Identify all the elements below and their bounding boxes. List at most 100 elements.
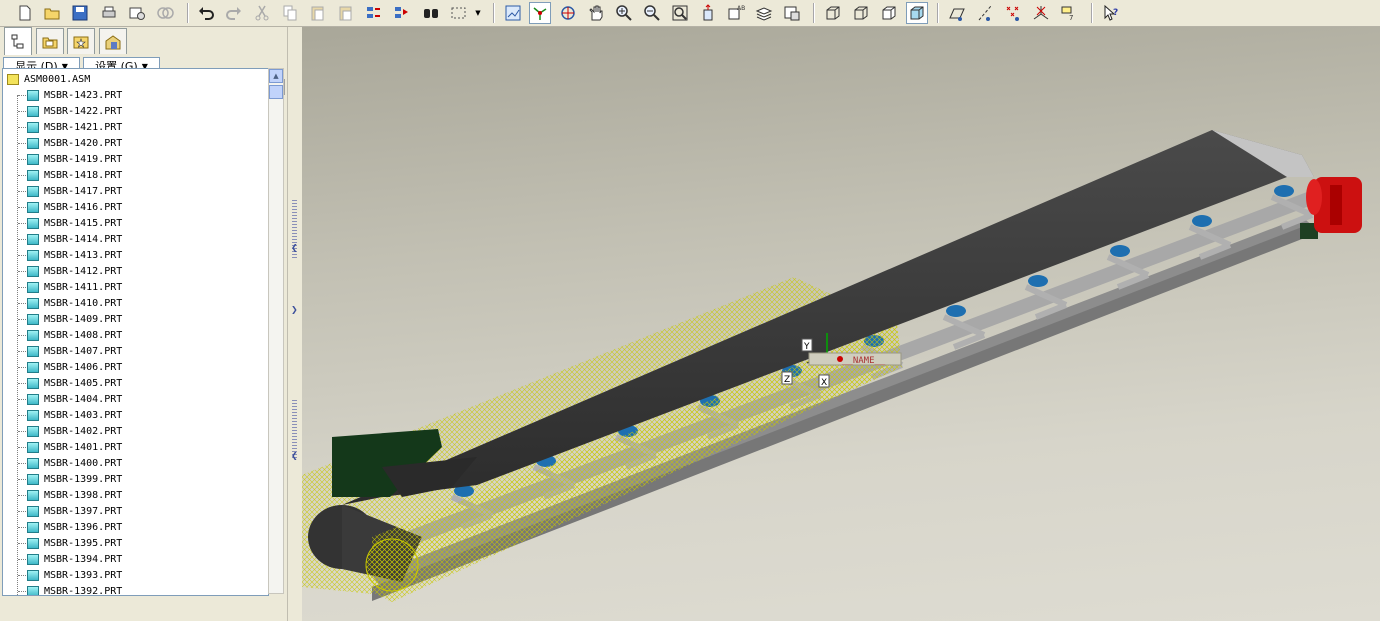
coordinate-systems-icon[interactable] xyxy=(1030,2,1052,24)
expand-right-icon[interactable]: ❯ xyxy=(291,305,298,314)
repaint-icon[interactable] xyxy=(502,2,524,24)
hidden-line-icon[interactable] xyxy=(850,2,872,24)
pan-hand-icon[interactable] xyxy=(585,2,607,24)
conveyor-belt xyxy=(342,130,1314,505)
tree-item[interactable]: MSBR-1410.PRT xyxy=(27,295,122,311)
tree-item[interactable]: MSBR-1416.PRT xyxy=(27,199,122,215)
saved-views-icon[interactable]: AB xyxy=(725,2,747,24)
zoom-out-icon[interactable] xyxy=(641,2,663,24)
tree-item-label: MSBR-1407.PRT xyxy=(44,345,123,357)
tree-item[interactable]: MSBR-1415.PRT xyxy=(27,215,122,231)
tree-item[interactable]: MSBR-1418.PRT xyxy=(27,167,122,183)
spin-center-icon[interactable] xyxy=(529,2,551,24)
collapse-left-icon[interactable]: ❮ xyxy=(291,451,298,460)
idler-roller xyxy=(1110,245,1130,257)
tree-item[interactable]: MSBR-1420.PRT xyxy=(27,135,122,151)
tree-item[interactable]: MSBR-1395.PRT xyxy=(27,535,122,551)
model-tree-tab[interactable] xyxy=(4,27,32,55)
view-manager-icon[interactable] xyxy=(781,2,803,24)
tree-root-item[interactable]: ASM0001.ASM xyxy=(7,71,90,87)
tree-item[interactable]: MSBR-1413.PRT xyxy=(27,247,122,263)
annotation-display-icon[interactable]: 7 xyxy=(1058,2,1080,24)
redo-icon[interactable] xyxy=(223,2,245,24)
tree-item[interactable]: MSBR-1412.PRT xyxy=(27,263,122,279)
tree-item[interactable]: MSBR-1397.PRT xyxy=(27,503,122,519)
collapse-left-icon[interactable]: ❮ xyxy=(291,243,298,252)
connections-tab[interactable] xyxy=(99,28,127,54)
send-link-icon[interactable] xyxy=(154,2,176,24)
assembly-icon xyxy=(7,73,19,85)
part-icon xyxy=(27,537,39,549)
tree-item[interactable]: MSBR-1401.PRT xyxy=(27,439,122,455)
tree-guide-line xyxy=(18,207,26,208)
no-hidden-icon[interactable] xyxy=(878,2,900,24)
tree-item[interactable]: MSBR-1404.PRT xyxy=(27,391,122,407)
part-icon xyxy=(27,169,39,181)
save-icon[interactable] xyxy=(69,2,91,24)
tree-item[interactable]: MSBR-1421.PRT xyxy=(27,119,122,135)
folder-browser-tab[interactable] xyxy=(36,28,64,54)
tree-item[interactable]: MSBR-1417.PRT xyxy=(27,183,122,199)
tree-item[interactable]: MSBR-1405.PRT xyxy=(27,375,122,391)
tree-item[interactable]: MSBR-1411.PRT xyxy=(27,279,122,295)
zoom-in-icon[interactable] xyxy=(613,2,635,24)
undo-icon[interactable] xyxy=(195,2,217,24)
datum-planes-icon[interactable] xyxy=(946,2,968,24)
tree-item[interactable]: MSBR-1407.PRT xyxy=(27,343,122,359)
favorites-tab[interactable] xyxy=(67,28,95,54)
tree-item[interactable]: MSBR-1402.PRT xyxy=(27,423,122,439)
orient-mode-icon[interactable] xyxy=(557,2,579,24)
tree-item[interactable]: MSBR-1394.PRT xyxy=(27,551,122,567)
tree-item[interactable]: MSBR-1408.PRT xyxy=(27,327,122,343)
regen-manager-icon[interactable] xyxy=(391,2,413,24)
tree-item[interactable]: MSBR-1414.PRT xyxy=(27,231,122,247)
tree-item-label: MSBR-1394.PRT xyxy=(44,553,123,565)
graphics-viewport[interactable]: Y Z X __NAME__ xyxy=(302,27,1380,621)
paste-icon[interactable] xyxy=(307,2,329,24)
part-icon xyxy=(27,409,39,421)
datum-points-icon[interactable] xyxy=(1002,2,1024,24)
tree-scrollbar[interactable]: ▲ xyxy=(268,68,284,594)
reorient-icon[interactable] xyxy=(697,2,719,24)
tree-item-label: MSBR-1409.PRT xyxy=(44,313,123,325)
context-help-icon[interactable]: ? xyxy=(1100,2,1122,24)
wireframe-icon[interactable] xyxy=(822,2,844,24)
tree-item[interactable]: MSBR-1399.PRT xyxy=(27,471,122,487)
scroll-up-icon[interactable]: ▲ xyxy=(269,69,283,83)
search-binoculars-icon[interactable] xyxy=(420,2,442,24)
regenerate-icon[interactable] xyxy=(363,2,385,24)
tree-item[interactable]: MSBR-1400.PRT xyxy=(27,455,122,471)
shading-icon[interactable] xyxy=(906,2,928,24)
print-icon[interactable] xyxy=(98,2,120,24)
scroll-thumb[interactable] xyxy=(269,85,283,99)
tree-item[interactable]: MSBR-1422.PRT xyxy=(27,103,122,119)
tree-item[interactable]: MSBR-1403.PRT xyxy=(27,407,122,423)
cut-icon[interactable] xyxy=(251,2,273,24)
tree-item[interactable]: MSBR-1392.PRT xyxy=(27,583,122,595)
tree-guide-line xyxy=(18,511,26,512)
layers-icon[interactable] xyxy=(753,2,775,24)
select-dropdown-arrow-icon[interactable]: ▼ xyxy=(472,2,484,24)
part-icon xyxy=(27,425,39,437)
new-file-icon[interactable] xyxy=(14,2,36,24)
datum-axes-icon[interactable] xyxy=(974,2,996,24)
send-mail-icon[interactable] xyxy=(126,2,148,24)
tree-item[interactable]: MSBR-1409.PRT xyxy=(27,311,122,327)
tree-item[interactable]: MSBR-1419.PRT xyxy=(27,151,122,167)
paste-special-icon[interactable] xyxy=(335,2,357,24)
refit-icon[interactable] xyxy=(669,2,691,24)
select-box-icon[interactable] xyxy=(448,2,470,24)
tree-guide-line xyxy=(18,575,26,576)
part-icon xyxy=(27,377,39,389)
tree-item[interactable]: MSBR-1393.PRT xyxy=(27,567,122,583)
tree-guide-line xyxy=(18,399,26,400)
tree-item[interactable]: MSBR-1398.PRT xyxy=(27,487,122,503)
tree-item[interactable]: MSBR-1423.PRT xyxy=(27,87,122,103)
copy-icon[interactable] xyxy=(279,2,301,24)
tree-item[interactable]: MSBR-1406.PRT xyxy=(27,359,122,375)
tree-item[interactable]: MSBR-1396.PRT xyxy=(27,519,122,535)
open-folder-icon[interactable] xyxy=(41,2,63,24)
part-icon xyxy=(27,105,39,117)
idler-roller xyxy=(946,305,966,317)
panel-splitter[interactable]: ❮ ❯ ❮ xyxy=(287,27,302,621)
